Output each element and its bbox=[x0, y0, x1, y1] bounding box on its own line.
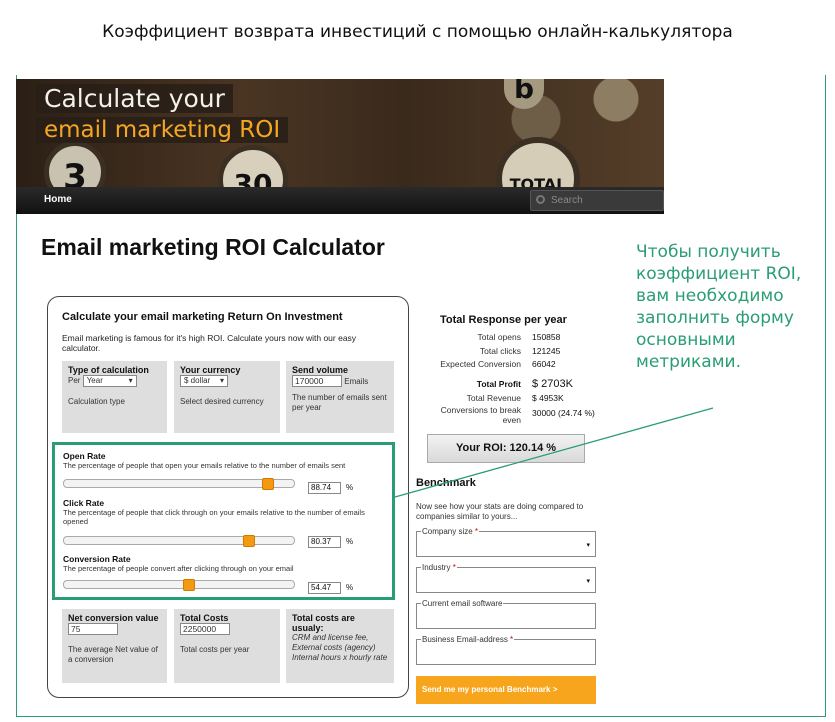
conversion-rate-block: Conversion Rate The percentage of people… bbox=[63, 554, 383, 594]
open-rate-input[interactable]: 88.74 bbox=[308, 482, 341, 494]
calc-type-prefix: Per bbox=[68, 376, 81, 385]
calc-type-label: Type of calculation bbox=[68, 365, 149, 375]
total-opens-label: Total opens bbox=[477, 332, 521, 342]
send-volume-desc: The number of emails sent per year bbox=[292, 393, 387, 412]
calc-type-value: Year bbox=[86, 376, 103, 385]
roi-result: Your ROI: 120.14 % bbox=[427, 434, 585, 463]
business-email-label: Business Email-address * bbox=[421, 635, 515, 644]
search-placeholder: Search bbox=[551, 195, 583, 206]
benchmark-title: Benchmark bbox=[416, 477, 476, 489]
slider-handle[interactable] bbox=[242, 535, 255, 547]
search-input[interactable]: Search bbox=[530, 190, 664, 211]
expected-conversion-label: Expected Conversion bbox=[440, 359, 521, 369]
currency-desc: Select desired currency bbox=[180, 397, 264, 406]
conversion-rate-input[interactable]: 54.47 bbox=[308, 582, 341, 594]
net-conversion-desc: The average Net value of a conversion bbox=[68, 645, 158, 664]
chevron-down-icon: ▾ bbox=[586, 542, 590, 549]
send-volume-label: Send volume bbox=[292, 365, 349, 375]
click-rate-slider[interactable] bbox=[63, 535, 295, 547]
business-email-input[interactable]: Business Email-address * bbox=[416, 635, 596, 665]
total-revenue-value: $ 4953K bbox=[532, 393, 564, 403]
page-title: Email marketing ROI Calculator bbox=[41, 234, 385, 260]
rates-highlight-box: Open Rate The percentage of people that … bbox=[52, 442, 395, 600]
chevron-down-icon: ▾ bbox=[586, 578, 590, 585]
typewriter-key-total: TOTAL bbox=[496, 137, 580, 187]
currency-select[interactable]: $ dollar ▾ bbox=[180, 375, 228, 387]
slider-handle[interactable] bbox=[183, 579, 196, 591]
calculator-intro: Email marketing is famous for it's high … bbox=[62, 333, 357, 353]
net-conversion-box: Net conversion value 75 The average Net … bbox=[62, 609, 167, 683]
chevron-down-icon: ▾ bbox=[219, 376, 224, 385]
industry-select[interactable]: Industry * ▾ bbox=[416, 563, 596, 593]
expected-conversion-value: 66042 bbox=[532, 359, 556, 369]
percent-sign: % bbox=[346, 483, 354, 492]
percent-sign: % bbox=[346, 537, 354, 546]
send-volume-input[interactable]: 170000 bbox=[292, 375, 342, 387]
open-rate-desc: The percentage of people that open your … bbox=[63, 461, 346, 470]
banner-title-line2: email marketing ROI bbox=[36, 117, 289, 143]
send-volume-suffix: Emails bbox=[344, 377, 369, 386]
benchmark-intro: Now see how your stats are doing compare… bbox=[416, 502, 584, 521]
calc-type-desc: Calculation type bbox=[68, 397, 125, 406]
nav-home-link[interactable]: Home bbox=[44, 194, 72, 205]
total-costs-input[interactable]: 2250000 bbox=[180, 623, 230, 635]
currency-label: Your currency bbox=[180, 365, 241, 375]
total-revenue-label: Total Revenue bbox=[466, 393, 521, 403]
typewriter-key-30: 30 bbox=[218, 145, 288, 187]
total-clicks-label: Total clicks bbox=[479, 346, 521, 356]
total-costs-box: Total Costs 2250000 Total costs per year bbox=[174, 609, 280, 683]
usual-costs-label: Total costs are usualy: bbox=[292, 613, 355, 633]
industry-label: Industry * bbox=[421, 563, 457, 572]
net-conversion-input[interactable]: 75 bbox=[68, 623, 118, 635]
total-profit-value: $ 2703K bbox=[532, 378, 573, 390]
calculator-title: Calculate your email marketing Return On… bbox=[62, 311, 343, 323]
callout-text: Чтобы получить коэффициент ROI, вам необ… bbox=[636, 242, 802, 372]
calc-type-box: Type of calculation Per Year ▾ Calculatio… bbox=[62, 361, 167, 433]
currency-box: Your currency $ dollar ▾ Select desired c… bbox=[174, 361, 280, 433]
totals-title: Total Response per year bbox=[440, 314, 567, 326]
chevron-down-icon: ▾ bbox=[128, 376, 133, 385]
typewriter-key-b: b bbox=[504, 79, 544, 109]
open-rate-slider[interactable] bbox=[63, 478, 295, 490]
nav-bar: Home Search bbox=[16, 187, 664, 214]
click-rate-input[interactable]: 80.37 bbox=[308, 536, 341, 548]
usual-costs-desc: CRM and license fee, External costs (age… bbox=[292, 633, 388, 662]
total-costs-desc: Total costs per year bbox=[180, 645, 250, 654]
total-profit-label: Total Profit bbox=[476, 379, 521, 389]
usual-costs-box: Total costs are usualy: CRM and license … bbox=[286, 609, 394, 683]
break-even-value: 30000 (24.74 %) bbox=[532, 408, 595, 418]
open-rate-block: Open Rate The percentage of people that … bbox=[63, 451, 383, 494]
company-size-label: Company size * bbox=[421, 527, 480, 536]
calc-type-select[interactable]: Year ▾ bbox=[82, 375, 137, 387]
net-conversion-label: Net conversion value bbox=[68, 613, 159, 623]
click-rate-desc: The percentage of people that click thro… bbox=[63, 508, 365, 526]
click-rate-label: Click Rate bbox=[63, 498, 105, 508]
banner-title-line1: Calculate your bbox=[36, 84, 233, 113]
conversion-rate-desc: The percentage of people convert after c… bbox=[63, 564, 294, 573]
company-size-select[interactable]: Company size * ▾ bbox=[416, 527, 596, 557]
currency-value: $ dollar bbox=[184, 376, 211, 385]
break-even-label: Conversions to break even bbox=[440, 405, 521, 425]
percent-sign: % bbox=[346, 583, 354, 592]
conversion-rate-slider[interactable] bbox=[63, 579, 295, 591]
total-costs-label: Total Costs bbox=[180, 613, 229, 623]
send-volume-box: Send volume 170000 Emails The number of … bbox=[286, 361, 394, 433]
open-rate-label: Open Rate bbox=[63, 451, 106, 461]
conversion-rate-label: Conversion Rate bbox=[63, 554, 131, 564]
total-clicks-value: 121245 bbox=[532, 346, 561, 356]
email-software-input[interactable]: Current email software bbox=[416, 599, 596, 629]
click-rate-block: Click Rate The percentage of people that… bbox=[63, 498, 383, 548]
slider-handle[interactable] bbox=[262, 478, 275, 490]
slide-title: Коэффициент возврата инвестиций с помощь… bbox=[102, 22, 733, 42]
email-software-label: Current email software bbox=[421, 599, 504, 608]
total-opens-value: 150858 bbox=[532, 332, 561, 342]
search-icon bbox=[536, 195, 545, 204]
send-benchmark-button[interactable]: Send me my personal Benchmark > bbox=[416, 676, 596, 704]
typewriter-key-3: 3 bbox=[44, 141, 106, 187]
header-banner: 3 30 TOTAL b Calculate your email market… bbox=[16, 79, 664, 187]
